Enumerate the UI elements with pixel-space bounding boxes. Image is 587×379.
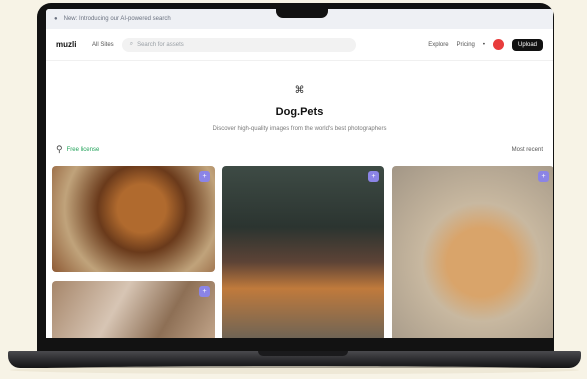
page-header: ⌘ Dog.Pets Discover high-quality images … <box>46 61 553 132</box>
filter-icon[interactable]: ⚲ <box>56 144 63 155</box>
camera-notch <box>276 3 328 18</box>
announcement-text: New: Introducing our AI-powered search <box>63 16 171 22</box>
info-icon: ● <box>54 16 58 22</box>
nav-link-all-sites[interactable]: All Sites <box>92 42 114 48</box>
filter-bar: ⚲ Free license Most recent <box>46 144 553 155</box>
upload-button[interactable]: Upload <box>511 38 543 51</box>
page-title: Dog.Pets <box>275 106 324 118</box>
save-icon[interactable]: + <box>199 286 210 297</box>
search-placeholder: Search for assets <box>137 41 184 48</box>
image-grid: + + + + <box>52 166 553 338</box>
notification-icon[interactable]: • <box>483 42 485 48</box>
browser-screen: ● New: Introducing our AI-powered search… <box>46 9 553 338</box>
gallery-photo[interactable]: + <box>52 281 215 338</box>
avatar[interactable] <box>492 39 504 50</box>
sort-dropdown[interactable]: Most recent <box>512 147 543 153</box>
laptop-shadow <box>10 366 579 374</box>
search-input[interactable]: ⌕ Search for assets <box>121 37 356 52</box>
base-groove <box>258 351 348 356</box>
save-icon[interactable]: + <box>538 171 549 182</box>
save-icon[interactable]: + <box>199 171 210 182</box>
nav-link-explore[interactable]: Explore <box>428 42 448 48</box>
save-icon[interactable]: + <box>368 171 379 182</box>
page-subtitle: Discover high-quality images from the wo… <box>212 126 387 132</box>
nav-link-pricing[interactable]: Pricing <box>457 42 475 48</box>
gallery-photo[interactable]: + <box>222 166 384 338</box>
category-icon: ⌘ <box>294 85 305 96</box>
top-navigation: muzli All Sites ⌕ Search for assets Expl… <box>46 29 553 61</box>
gallery-photo[interactable]: + <box>392 166 553 338</box>
gallery-photo[interactable]: + <box>52 166 215 272</box>
brand-logo[interactable]: muzli <box>56 40 84 49</box>
search-icon: ⌕ <box>129 41 134 47</box>
license-badge[interactable]: Free license <box>67 147 100 153</box>
